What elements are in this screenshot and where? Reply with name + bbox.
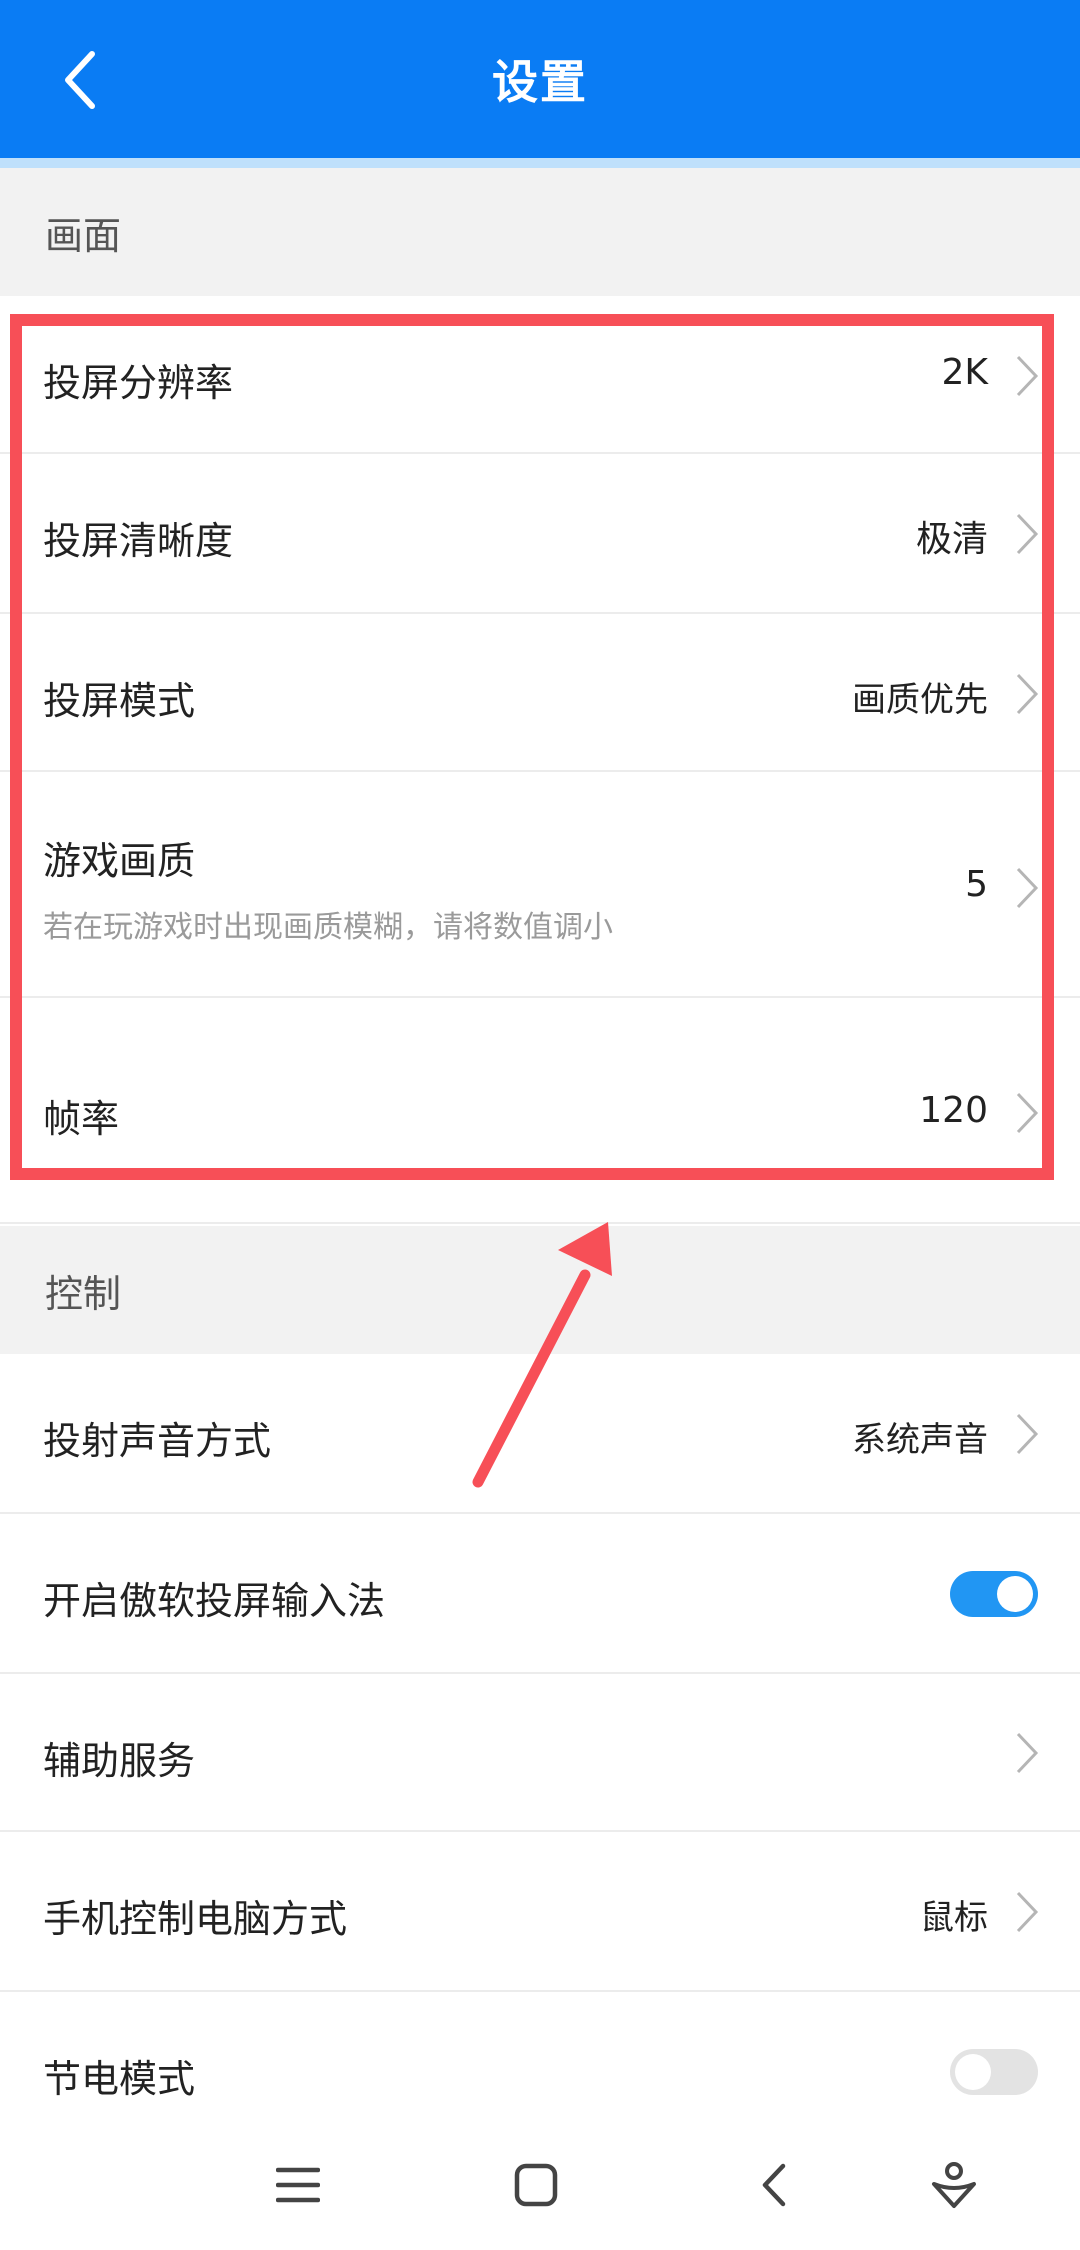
header-divider bbox=[0, 158, 1080, 168]
home-square-icon bbox=[514, 2163, 558, 2207]
section-title: 画面 bbox=[45, 213, 122, 258]
system-nav-bar bbox=[0, 2120, 1080, 2250]
row-label: 辅助服务 bbox=[43, 1739, 196, 1783]
section-title: 控制 bbox=[45, 1271, 122, 1316]
row-clarity[interactable]: 投屏清晰度 极清 bbox=[0, 454, 1080, 614]
row-label: 帧率 bbox=[43, 1097, 120, 1141]
row-value: 鼠标 bbox=[920, 1898, 988, 1938]
row-label: 开启傲软投屏输入法 bbox=[43, 1579, 386, 1623]
row-label: 投屏模式 bbox=[43, 679, 196, 723]
input-method-toggle[interactable] bbox=[950, 1571, 1038, 1617]
toggle-knob bbox=[955, 2054, 991, 2090]
chevron-right-icon bbox=[1016, 1413, 1039, 1455]
row-value: 2K bbox=[941, 352, 988, 393]
nav-back-button[interactable] bbox=[734, 2145, 814, 2225]
section-header-display: 画面 bbox=[0, 168, 1080, 296]
back-chevron-icon bbox=[762, 2163, 786, 2207]
row-label: 投射声音方式 bbox=[43, 1419, 272, 1463]
row-value: 5 bbox=[965, 864, 988, 905]
row-value: 极清 bbox=[915, 519, 988, 560]
row-subtitle: 若在玩游戏时出现画质模糊，请将数值调小 bbox=[43, 910, 613, 945]
nav-assistant-button[interactable] bbox=[914, 2145, 994, 2225]
row-value: 120 bbox=[919, 1090, 988, 1131]
row-mode[interactable]: 投屏模式 画质优先 bbox=[0, 614, 1080, 772]
section-header-control: 控制 bbox=[0, 1226, 1080, 1354]
chevron-right-icon bbox=[1016, 355, 1039, 397]
toggle-knob bbox=[997, 1576, 1033, 1612]
row-label: 手机控制电脑方式 bbox=[43, 1897, 348, 1941]
row-phone-control[interactable]: 手机控制电脑方式 鼠标 bbox=[0, 1832, 1080, 1992]
row-label: 投屏清晰度 bbox=[43, 519, 234, 563]
row-assist-service[interactable]: 辅助服务 bbox=[0, 1674, 1080, 1832]
chevron-left-icon bbox=[65, 51, 95, 109]
assistant-icon bbox=[932, 2162, 976, 2208]
back-button[interactable] bbox=[30, 30, 130, 130]
row-game-quality[interactable]: 游戏画质 若在玩游戏时出现画质模糊，请将数值调小 5 bbox=[0, 772, 1080, 998]
nav-menu-button[interactable] bbox=[258, 2145, 338, 2225]
row-sound-mode[interactable]: 投射声音方式 系统声音 bbox=[0, 1354, 1080, 1514]
row-resolution[interactable]: 投屏分辨率 2K bbox=[0, 296, 1080, 454]
row-value: 系统声音 bbox=[852, 1420, 988, 1460]
chevron-right-icon bbox=[1016, 1891, 1039, 1933]
row-input-method: 开启傲软投屏输入法 bbox=[0, 1514, 1080, 1674]
page-title: 设置 bbox=[492, 55, 588, 109]
menu-icon bbox=[276, 2167, 320, 2203]
row-value: 画质优先 bbox=[852, 680, 988, 720]
chevron-right-icon bbox=[1016, 1092, 1039, 1134]
chevron-right-icon bbox=[1016, 673, 1039, 715]
chevron-right-icon bbox=[1016, 1732, 1039, 1774]
row-frame-rate[interactable]: 帧率 120 bbox=[0, 998, 1080, 1224]
row-power-save: 节电模式 bbox=[0, 1992, 1080, 2120]
nav-home-button[interactable] bbox=[496, 2145, 576, 2225]
power-save-toggle[interactable] bbox=[950, 2049, 1038, 2095]
row-label: 节电模式 bbox=[43, 2057, 196, 2101]
chevron-right-icon bbox=[1016, 513, 1039, 555]
row-label: 投屏分辨率 bbox=[43, 361, 234, 405]
chevron-right-icon bbox=[1016, 867, 1039, 909]
row-label: 游戏画质 bbox=[43, 839, 196, 883]
